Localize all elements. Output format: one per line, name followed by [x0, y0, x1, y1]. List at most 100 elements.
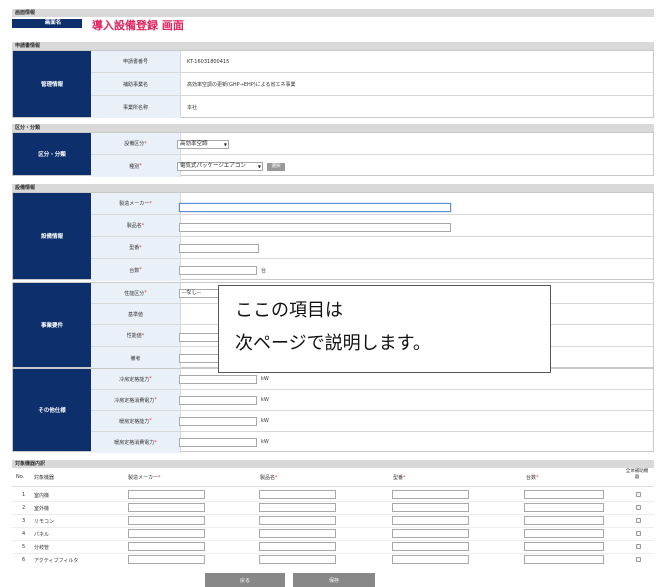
standard-value-label: 基準値 — [91, 304, 181, 324]
row-manufacturer-input[interactable] — [128, 490, 205, 499]
table-row: 4 パネル — [12, 527, 654, 541]
heating-capacity-label: 暖房定格能力 * — [91, 411, 181, 431]
quantity-input[interactable] — [179, 266, 257, 275]
cooling-power-label: 冷房定格消費電力 * — [91, 390, 181, 410]
management-info-block: 管理情報 申請書番号 KT-16031800415 補助事業名 高効率空調の更新… — [12, 50, 654, 118]
type-label: 種別 * — [91, 155, 181, 177]
row-no: 2 — [22, 505, 26, 511]
row-target: 室外機 — [34, 506, 50, 512]
classification-section-header: 区分・分類 — [12, 124, 654, 132]
row-whole-checkbox[interactable] — [636, 518, 641, 523]
screen-info-section-header: 画面情報 — [12, 9, 654, 17]
model-input[interactable] — [179, 244, 259, 253]
row-model-input[interactable] — [392, 529, 469, 538]
row-product-input[interactable] — [259, 490, 336, 499]
project-name-label: 補助事業名 — [91, 73, 181, 95]
row-product-input[interactable] — [259, 503, 336, 512]
heating-power-unit: kW — [261, 439, 269, 445]
heating-capacity-row: 暖房定格能力 * kW — [91, 411, 653, 432]
row-model-input[interactable] — [392, 555, 469, 564]
table-row: 1 室内機 — [12, 488, 654, 502]
row-model-input[interactable] — [392, 490, 469, 499]
row-quantity-input[interactable] — [524, 542, 604, 551]
row-target: 分岐管 — [34, 545, 50, 551]
model-label: 型番 * — [91, 237, 181, 258]
header-target: 対象機器 — [34, 475, 55, 481]
row-manufacturer-input[interactable] — [128, 542, 205, 551]
cooling-power-input[interactable] — [179, 396, 257, 405]
table-row: 6 アクティブフィルタ — [12, 553, 654, 566]
row-product-input[interactable] — [259, 542, 336, 551]
quantity-row: 台数 * 台 — [91, 259, 653, 281]
type-row: 種別 * 電気式パッケージエアコン ▼ 選択 — [91, 155, 653, 177]
application-number-label: 申請書番号 — [91, 51, 181, 72]
chevron-down-icon: ▼ — [257, 164, 261, 169]
row-model-input[interactable] — [392, 516, 469, 525]
other-specs-label: その他仕様 — [13, 369, 91, 451]
manufacturer-row: 製造メーカー * — [91, 193, 653, 215]
heating-capacity-unit: kW — [261, 418, 269, 424]
header-no: No. — [16, 474, 25, 480]
row-whole-checkbox[interactable] — [636, 544, 641, 549]
row-target: リモコン — [34, 519, 55, 525]
heating-capacity-input[interactable] — [179, 417, 257, 426]
save-button[interactable]: 保存 — [293, 573, 375, 587]
back-button[interactable]: 戻る — [205, 573, 285, 587]
row-manufacturer-input[interactable] — [128, 503, 205, 512]
row-target: 室内機 — [34, 493, 50, 499]
callout-line-1: ここの項目は — [235, 300, 343, 321]
row-product-input[interactable] — [259, 529, 336, 538]
manufacturer-label: 製造メーカー * — [91, 193, 181, 214]
model-row: 型番 * — [91, 237, 653, 259]
chevron-down-icon: ▼ — [223, 142, 227, 147]
row-manufacturer-input[interactable] — [128, 516, 205, 525]
equipment-category-select[interactable]: 高効率空調 ▼ — [177, 140, 229, 149]
screen-name-label: 画面名 — [12, 19, 82, 28]
equipment-info-label: 設備情報 — [13, 193, 91, 279]
row-quantity-input[interactable] — [524, 555, 604, 564]
management-info-label: 管理情報 — [13, 51, 91, 117]
table-row: 3 リモコン — [12, 514, 654, 528]
equipment-category-label: 設備区分 * — [91, 133, 181, 154]
row-whole-checkbox[interactable] — [636, 505, 641, 510]
office-name-value: 本社 — [187, 104, 198, 111]
application-info-section-header: 申請書情報 — [12, 42, 654, 50]
row-product-input[interactable] — [259, 555, 336, 564]
product-name-row: 製品名 * — [91, 215, 653, 237]
row-quantity-input[interactable] — [524, 529, 604, 538]
classification-label: 区分・分類 — [13, 133, 91, 175]
row-quantity-input[interactable] — [524, 503, 604, 512]
header-manufacturer: 製造メーカー* — [128, 475, 161, 481]
performance-value-input[interactable] — [179, 333, 219, 342]
row-whole-checkbox[interactable] — [636, 492, 641, 497]
table-row: 5 分岐管 — [12, 540, 654, 554]
table-row: 2 室外機 — [12, 501, 654, 515]
application-number-row: 申請書番号 KT-16031800415 — [91, 51, 653, 73]
row-whole-checkbox[interactable] — [636, 557, 641, 562]
target-equipment-section-header: 対象機器内訳 — [12, 460, 654, 468]
row-manufacturer-input[interactable] — [128, 529, 205, 538]
row-model-input[interactable] — [392, 542, 469, 551]
performance-category-select[interactable]: --なし-- — [179, 289, 219, 298]
row-quantity-input[interactable] — [524, 490, 604, 499]
row-manufacturer-input[interactable] — [128, 555, 205, 564]
header-whole: 全体補助機器 — [625, 469, 649, 480]
row-model-input[interactable] — [392, 503, 469, 512]
row-no: 5 — [22, 544, 26, 550]
row-quantity-input[interactable] — [524, 516, 604, 525]
manufacturer-input[interactable] — [179, 203, 451, 212]
callout-line-2: 次ページで説明します。 — [235, 333, 431, 354]
product-name-input[interactable] — [179, 223, 451, 232]
row-product-input[interactable] — [259, 516, 336, 525]
remarks-input[interactable] — [179, 354, 219, 363]
cooling-capacity-input[interactable] — [179, 375, 257, 384]
quantity-unit: 台 — [261, 268, 267, 274]
row-whole-checkbox[interactable] — [636, 531, 641, 536]
table-header: No. 対象機器 製造メーカー* 製品名* 型番* 台数* 全体補助機器 — [12, 468, 654, 487]
row-no: 3 — [22, 518, 26, 524]
heating-power-input[interactable] — [179, 438, 257, 447]
type-select-button[interactable]: 選択 — [267, 163, 285, 171]
type-select[interactable]: 電気式パッケージエアコン ▼ — [177, 162, 263, 171]
equipment-category-row: 設備区分 * 高効率空調 ▼ — [91, 133, 653, 155]
row-no: 1 — [22, 492, 26, 498]
